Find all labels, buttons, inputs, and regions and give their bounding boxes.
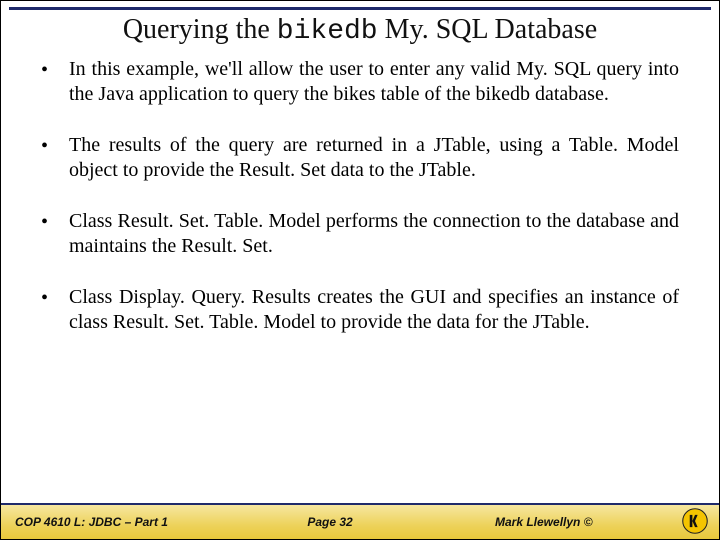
footer-right: Mark Llewellyn ©: [435, 515, 705, 529]
title-code: bikedb: [277, 16, 378, 47]
bullet-text: Class Display. Query. Results creates th…: [69, 285, 679, 335]
slide: Querying the bikedb My. SQL Database • I…: [0, 0, 720, 540]
bullet-dot: •: [41, 285, 69, 311]
slide-body: • In this example, we'll allow the user …: [1, 57, 719, 539]
bullet-dot: •: [41, 133, 69, 159]
footer-left: COP 4610 L: JDBC – Part 1: [15, 515, 225, 529]
bullet-text: Class Result. Set. Table. Model performs…: [69, 209, 679, 259]
list-item: • Class Display. Query. Results creates …: [41, 285, 679, 335]
title-post: My. SQL Database: [378, 14, 598, 45]
bullet-text: The results of the query are returned in…: [69, 133, 679, 183]
bullet-dot: •: [41, 57, 69, 83]
title-pre: Querying the: [123, 14, 277, 45]
footer-center: Page 32: [225, 515, 435, 529]
bullet-list: • In this example, we'll allow the user …: [41, 57, 679, 335]
list-item: • The results of the query are returned …: [41, 133, 679, 183]
bullet-text: In this example, we'll allow the user to…: [69, 57, 679, 107]
ucf-logo-icon: [681, 507, 709, 535]
list-item: • Class Result. Set. Table. Model perfor…: [41, 209, 679, 259]
bullet-dot: •: [41, 209, 69, 235]
footer-bar: COP 4610 L: JDBC – Part 1 Page 32 Mark L…: [1, 503, 719, 539]
list-item: • In this example, we'll allow the user …: [41, 57, 679, 107]
slide-title: Querying the bikedb My. SQL Database: [1, 10, 719, 57]
footer-right-text: Mark Llewellyn ©: [495, 515, 593, 529]
